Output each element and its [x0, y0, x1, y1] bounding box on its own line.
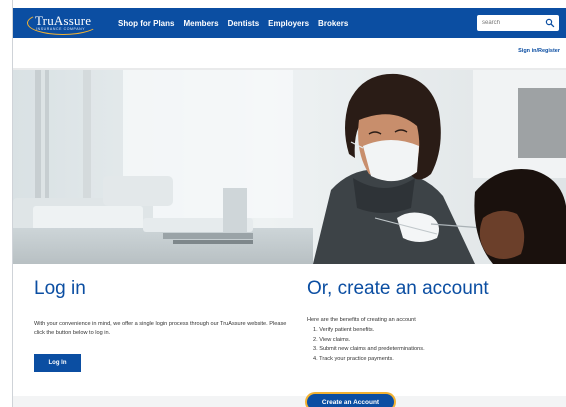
- benefit-item: 1. Verify patient benefits.: [313, 327, 375, 333]
- login-heading: Log in: [34, 278, 86, 299]
- search-icon[interactable]: [545, 18, 555, 28]
- create-account-heading: Or, create an account: [307, 278, 489, 299]
- logo-subtext: INSURANCE COMPANY: [36, 27, 86, 31]
- content-section: Log in With your convenience in mind, we…: [13, 264, 566, 407]
- nav-shop-for-plans[interactable]: Shop for Plans: [118, 19, 174, 28]
- nav-brokers[interactable]: Brokers: [318, 19, 348, 28]
- dentist-with-patient-photo: [13, 68, 566, 264]
- benefit-item: 3. Submit new claims and predeterminatio…: [313, 346, 425, 352]
- benefits-list: 1. Verify patient benefits. 2. View clai…: [313, 326, 425, 364]
- footer-strip: [13, 396, 566, 407]
- benefit-item: 2. View claims.: [313, 336, 351, 343]
- nav-employers[interactable]: Employers: [268, 19, 309, 28]
- benefit-item: 4. Track your practice payments.: [313, 355, 394, 362]
- benefits-intro: Here are the benefits of creating an acc…: [307, 317, 416, 323]
- log-in-button[interactable]: Log In: [34, 354, 81, 372]
- search-input[interactable]: [477, 15, 543, 31]
- sign-in-register-link[interactable]: Sign in/Register: [518, 48, 560, 54]
- nav-members[interactable]: Members: [183, 19, 218, 28]
- hero-image: [13, 68, 566, 264]
- search-box: [477, 15, 559, 31]
- top-navigation-bar: TruAssure INSURANCE COMPANY Shop for Pla…: [13, 8, 566, 38]
- login-description: With your convenience in mind, we offer …: [34, 321, 287, 336]
- page: TruAssure INSURANCE COMPANY Shop for Pla…: [12, 0, 566, 407]
- truassure-logo[interactable]: TruAssure INSURANCE COMPANY: [27, 11, 99, 35]
- main-nav: Shop for Plans Members Dentists Employer…: [118, 8, 348, 38]
- nav-dentists[interactable]: Dentists: [228, 19, 260, 28]
- create-account-button[interactable]: Create an Account: [307, 394, 394, 407]
